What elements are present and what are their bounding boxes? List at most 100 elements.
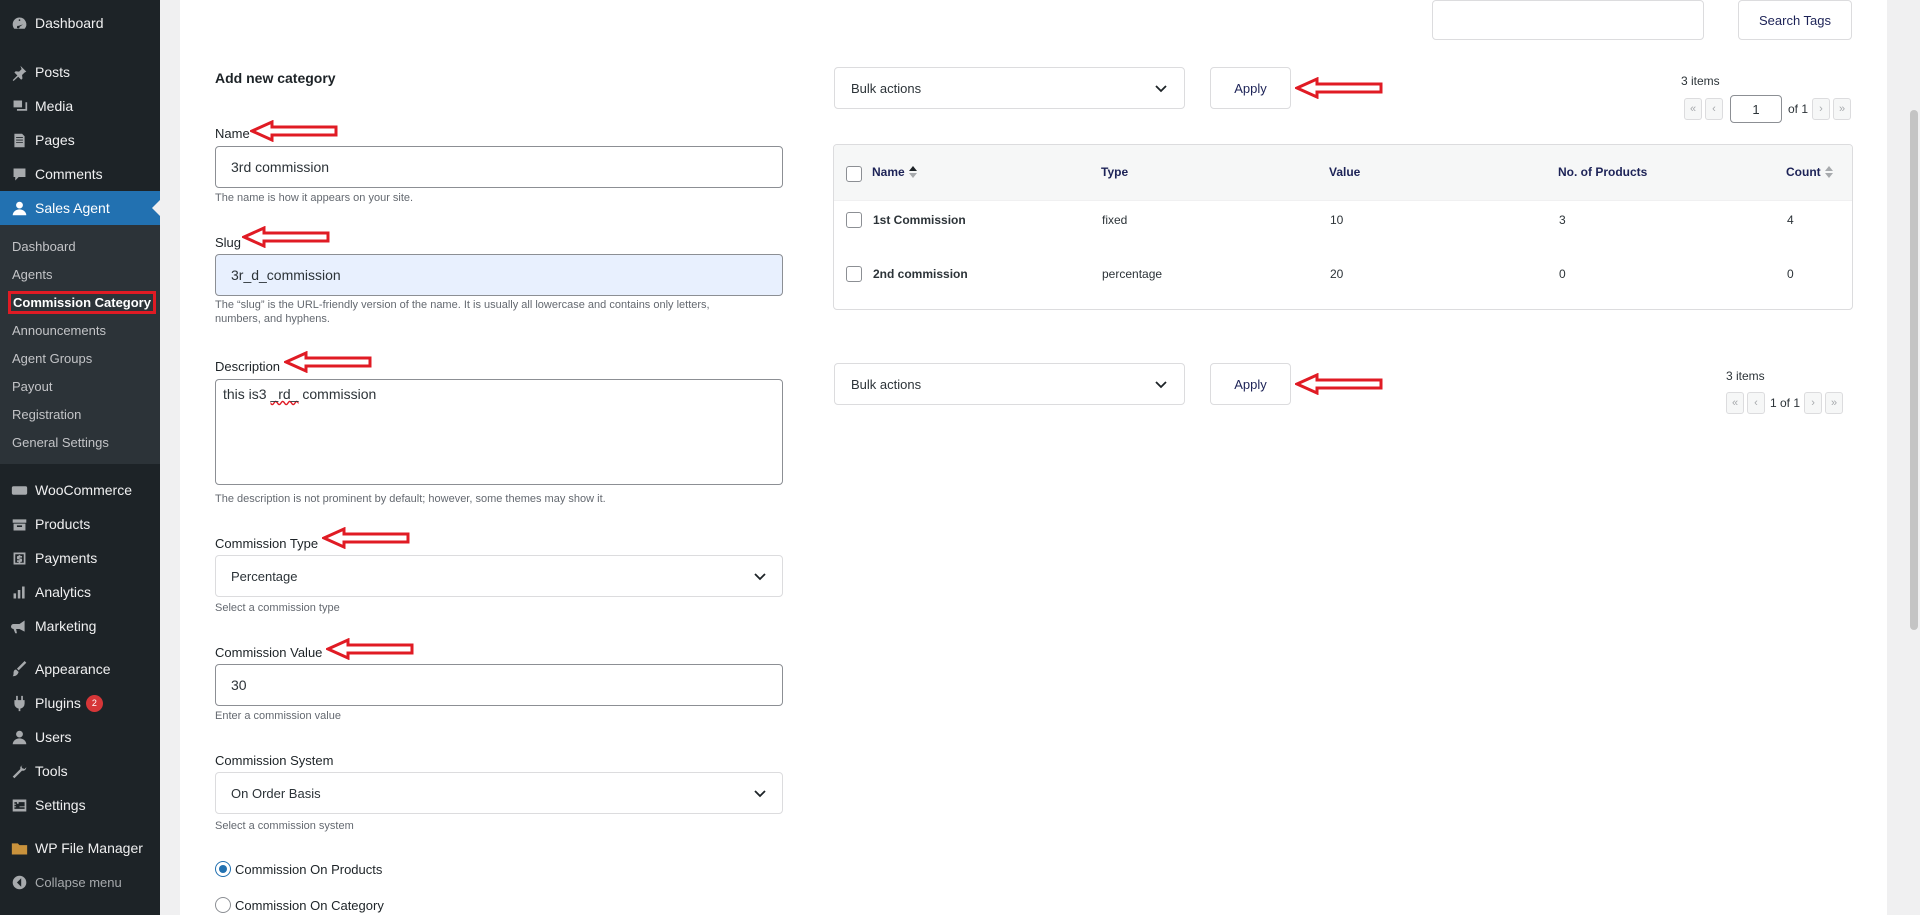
row-checkbox[interactable] [846,212,862,228]
radio-button-checked[interactable] [215,861,231,877]
radio-commission-on-products[interactable]: Commission On Products [215,861,382,877]
settings-icon [9,795,29,815]
row-name[interactable]: 1st Commission [873,213,966,227]
menu-products[interactable]: Products [0,507,160,541]
menu-payments[interactable]: Payments [0,541,160,575]
apply-button-top[interactable]: Apply [1210,67,1291,109]
menu-comments[interactable]: Comments [0,157,160,191]
submenu-agent-groups[interactable]: Agent Groups [0,344,160,372]
column-name[interactable]: Name [872,165,917,179]
last-page-button[interactable]: » [1833,98,1852,120]
chevron-down-icon [1155,85,1167,93]
items-count-bottom: 3 items [1726,369,1765,383]
description-label: Description [215,359,281,374]
commission-type-label: Commission Type [215,536,319,551]
sort-arrows-icon [1824,166,1833,178]
menu-analytics[interactable]: Analytics [0,575,160,609]
menu-pages[interactable]: Pages [0,123,160,157]
search-tags-input[interactable] [1432,0,1704,40]
submenu-registration[interactable]: Registration [0,400,160,428]
slug-help: The “slug” is the URL-friendly version o… [215,299,710,325]
submenu-announcements[interactable]: Announcements [0,316,160,344]
search-tags-button[interactable]: Search Tags [1738,0,1852,40]
prev-page-button[interactable]: ‹ [1747,392,1765,414]
archive-icon [9,514,29,534]
media-icon [9,96,29,116]
pin-icon [9,62,29,82]
megaphone-icon [9,616,29,636]
sales-agent-submenu: Dashboard Agents Commission Category Ann… [0,225,160,464]
first-page-button[interactable]: « [1726,392,1744,414]
submenu-payout[interactable]: Payout [0,372,160,400]
column-value: Value [1329,165,1361,179]
menu-appearance[interactable]: Appearance [0,652,160,686]
slug-input[interactable]: 3r_d_commission [215,254,783,296]
row-products: 0 [1559,267,1566,281]
spellcheck-marked-word: _rd_ [270,386,299,402]
bulk-actions-select-bottom[interactable]: Bulk actions [834,363,1185,405]
menu-woocommerce[interactable]: WooCommerce [0,473,160,507]
next-page-button[interactable]: › [1812,98,1831,120]
commission-system-select[interactable]: On Order Basis [215,772,783,814]
column-type: Type [1101,165,1129,179]
chevron-down-icon [754,573,766,581]
chevron-down-icon [754,790,766,798]
radio-commission-on-category[interactable]: Commission On Category [215,897,384,913]
sort-arrows-icon [908,166,917,178]
name-label: Name [215,126,250,141]
items-count-top: 3 items [1681,74,1720,88]
row-checkbox[interactable] [846,266,862,282]
collapse-menu-button[interactable]: Collapse menu [0,865,160,899]
annotation-arrow-apply-bottom [1295,373,1383,395]
row-type: fixed [1102,213,1128,227]
menu-sales-agent[interactable]: Sales Agent [0,191,160,225]
menu-posts[interactable]: Posts [0,55,160,89]
woo-icon [9,480,29,500]
row-count: 4 [1787,213,1794,227]
current-page-input[interactable]: 1 [1730,95,1782,123]
row-count: 0 [1787,267,1794,281]
commission-value-input[interactable]: 30 [215,664,783,706]
apply-button-bottom[interactable]: Apply [1210,363,1291,405]
admin-sidebar: Dashboard Posts Media Pages Comments Sal… [0,0,160,915]
menu-settings[interactable]: Settings [0,788,160,822]
select-all-checkbox[interactable] [846,166,862,182]
menu-dashboard[interactable]: Dashboard [0,0,160,46]
radio-button[interactable] [215,897,231,913]
row-name[interactable]: 2nd commission [873,267,968,281]
last-page-button[interactable]: » [1825,392,1844,414]
column-count[interactable]: Count [1786,165,1833,179]
prev-page-button[interactable]: ‹ [1705,98,1723,120]
bulk-actions-select-top[interactable]: Bulk actions [834,67,1185,109]
name-input[interactable]: 3rd commission [215,146,783,188]
row-value: 10 [1330,213,1344,227]
submenu-commission-category[interactable]: Commission Category [0,288,160,316]
commission-system-label: Commission System [215,753,334,768]
folder-icon [9,838,29,858]
menu-marketing[interactable]: Marketing [0,609,160,643]
plug-icon [9,693,29,713]
submenu-dashboard[interactable]: Dashboard [0,232,160,260]
first-page-button[interactable]: « [1684,98,1702,120]
description-textarea[interactable]: this is3 _rd_ commission [215,379,783,485]
users-icon [9,727,29,747]
scrollbar-thumb[interactable] [1910,110,1918,630]
chevron-down-icon [1155,381,1167,389]
commission-type-select[interactable]: Percentage [215,555,783,597]
form-heading: Add new category [215,70,336,86]
commission-value-label: Commission Value [215,645,323,660]
menu-users[interactable]: Users [0,720,160,754]
submenu-general-settings[interactable]: General Settings [0,428,160,456]
brush-icon [9,659,29,679]
total-pages: of 1 [1788,102,1809,116]
submenu-agents[interactable]: Agents [0,260,160,288]
menu-plugins[interactable]: Plugins 2 [0,686,160,720]
menu-media[interactable]: Media [0,89,160,123]
menu-tools[interactable]: Tools [0,754,160,788]
next-page-button[interactable]: › [1804,392,1823,414]
page-scrollbar[interactable] [1908,0,1920,915]
page-summary: 1 of 1 [1770,396,1801,410]
collapse-arrow-icon [9,872,29,892]
dollar-icon [9,548,29,568]
menu-wp-file-manager[interactable]: WP File Manager [0,831,160,865]
